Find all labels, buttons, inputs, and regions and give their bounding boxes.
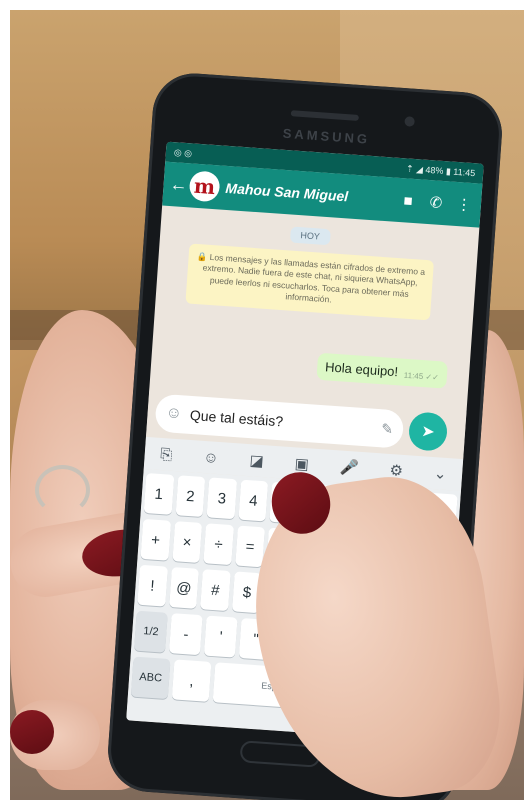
microphone-icon[interactable]: 🎤 [339,458,359,477]
date-divider: HOY [289,226,331,246]
back-arrow-icon[interactable]: ← [169,173,188,195]
send-icon: ➤ [420,423,436,442]
key[interactable]: ' [204,615,238,658]
abc-key[interactable]: ABC [130,656,171,700]
key[interactable]: # [200,569,231,612]
key[interactable]: + [140,518,171,561]
key[interactable]: - [169,613,203,656]
gif-icon[interactable]: ▣ [294,454,309,473]
clipboard-icon[interactable]: ⎘ [160,445,173,463]
message-time: 11:45 ✓✓ [403,370,440,383]
key[interactable]: 3 [206,477,238,520]
comma-key[interactable]: , [171,659,212,702]
contact-name[interactable]: Mahou San Miguel [225,180,392,208]
emoji-icon[interactable]: ☺ [165,404,182,423]
key[interactable]: @ [168,566,200,609]
chat-area: HOY 🔒 Los mensajes y las llamadas están … [149,205,479,409]
status-right-info: ⇡ ◢ 48% ▮ 11:45 [405,162,476,178]
key[interactable]: 1 [143,473,174,515]
earpiece-speaker [290,110,359,121]
attach-icon[interactable]: ✎ [381,420,394,438]
outgoing-message[interactable]: Hola equipo! 11:45 ✓✓ [316,352,448,389]
front-camera [404,116,415,127]
key[interactable]: ÷ [203,523,234,566]
photo-background: SAMSUNG ◎ ◎ ⇡ ◢ 48% ▮ 11:45 ← m Mahou Sa… [10,10,524,800]
encryption-notice[interactable]: 🔒 Los mensajes y las llamadas están cifr… [185,243,434,321]
send-button[interactable]: ➤ [407,411,449,452]
key[interactable]: 2 [175,475,206,518]
emoji-keyboard-icon[interactable]: ☺ [203,448,219,466]
ring [35,465,90,515]
more-options-icon[interactable]: ⋮ [452,195,475,214]
left-lower-fingernail [10,710,54,754]
message-input-text[interactable]: Que tal estáis? [189,407,374,436]
key-page-toggle[interactable]: 1/2 [134,610,168,653]
sticker-icon[interactable]: ◪ [249,451,264,470]
collapse-chevron-icon[interactable]: ⌄ [433,464,447,483]
key[interactable]: ! [137,564,168,607]
status-left-icons: ◎ ◎ [173,146,193,158]
voice-call-icon[interactable]: ✆ [424,193,447,212]
contact-avatar[interactable]: m [188,170,221,203]
video-call-icon[interactable]: ■ [397,191,420,210]
message-text: Hola equipo! [324,359,399,380]
key[interactable]: × [171,521,203,563]
key[interactable]: 4 [238,479,269,522]
